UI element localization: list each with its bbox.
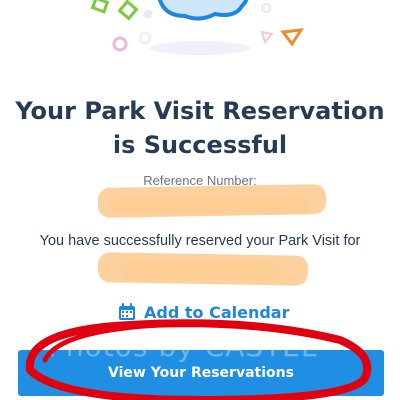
- reference-redaction-inner: [110, 198, 310, 214]
- date-redaction-inner: [120, 262, 280, 280]
- add-to-calendar-label: Add to Calendar: [144, 302, 290, 322]
- add-to-calendar-link[interactable]: Add to Calendar: [118, 300, 289, 324]
- success-illustration: [90, 0, 304, 55]
- page-title: Your Park Visit Reservation is Successfu…: [15, 97, 385, 159]
- calendar-icon: [119, 303, 135, 320]
- success-message: You have successfully reserved your Park…: [39, 233, 361, 249]
- view-reservations-button[interactable]: View Your Reservations: [18, 350, 384, 396]
